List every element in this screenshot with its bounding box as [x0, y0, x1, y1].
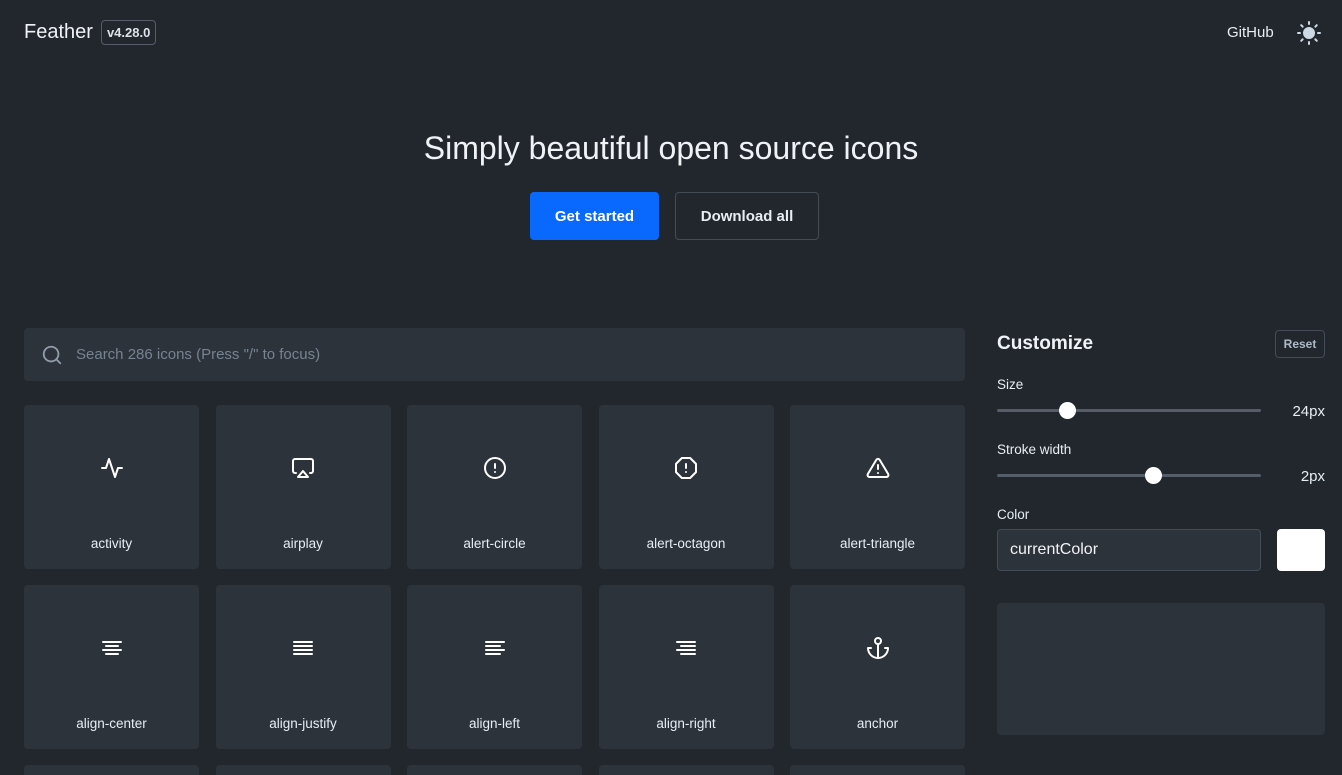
icon-tile-partial[interactable] [215, 765, 391, 775]
stroke-width-slider-thumb[interactable] [1145, 467, 1163, 484]
icon-label: alert-octagon [646, 536, 726, 551]
align-left-icon [483, 636, 507, 660]
icon-tile-align-right[interactable]: align-right [598, 585, 774, 749]
theme-toggle-button[interactable] [1296, 20, 1322, 46]
align-justify-icon [291, 636, 315, 660]
size-label: Size [997, 377, 1024, 392]
icon-label: activity [90, 536, 133, 551]
airplay-icon [291, 456, 315, 480]
github-link[interactable]: GitHub [1227, 24, 1274, 41]
top-bar: Feather v4.28.0 GitHub [0, 0, 1342, 66]
get-started-button[interactable]: Get started [530, 192, 659, 240]
color-label: Color [997, 507, 1030, 522]
stroke-width-label: Stroke width [997, 442, 1072, 457]
download-all-button[interactable]: Download all [675, 192, 819, 240]
icon-label: alert-triangle [839, 536, 916, 551]
icon-tile-anchor[interactable]: anchor [790, 585, 965, 749]
sun-icon [1297, 21, 1321, 45]
align-right-icon [674, 636, 698, 660]
search-box[interactable] [24, 328, 965, 381]
alert-circle-icon [483, 456, 507, 480]
search-input[interactable] [76, 328, 965, 381]
stroke-width-slider[interactable] [997, 467, 1261, 484]
align-center-icon [100, 636, 124, 660]
activity-icon [100, 456, 124, 480]
icon-grid: activity airplay alert-circle alert-octa… [24, 405, 965, 749]
search-icon [41, 344, 63, 366]
stroke-width-value: 2px [1300, 468, 1325, 485]
customize-title: Customize [997, 333, 1094, 354]
icon-tile-partial[interactable] [790, 765, 965, 775]
icon-tile-alert-triangle[interactable]: alert-triangle [790, 405, 965, 569]
size-value: 24px [1292, 403, 1325, 420]
brand: Feather v4.28.0 [24, 20, 157, 45]
brand-name[interactable]: Feather [24, 21, 93, 44]
icon-tile-activity[interactable]: activity [24, 405, 199, 569]
icon-tile-partial[interactable] [598, 765, 774, 775]
hero-title: Simply beautiful open source icons [423, 130, 919, 166]
icon-label: alert-circle [463, 536, 526, 551]
anchor-icon [866, 636, 890, 660]
alert-triangle-icon [866, 456, 890, 480]
size-slider-thumb[interactable] [1058, 402, 1076, 419]
icon-tile-align-left[interactable]: align-left [407, 585, 582, 749]
size-slider[interactable] [997, 402, 1261, 419]
icon-label: align-left [468, 716, 521, 731]
icon-tile-partial[interactable] [24, 765, 199, 775]
icon-tile-airplay[interactable]: airplay [215, 405, 391, 569]
preview-panel [997, 603, 1325, 735]
color-input[interactable] [997, 529, 1261, 571]
icon-label: anchor [856, 716, 899, 731]
icon-tile-align-justify[interactable]: align-justify [215, 585, 391, 749]
icon-label: align-center [76, 716, 147, 731]
icon-tile-alert-circle[interactable]: alert-circle [407, 405, 582, 569]
reset-button[interactable]: Reset [1275, 330, 1325, 358]
icon-label: align-justify [269, 716, 337, 731]
icon-label: align-right [656, 716, 716, 731]
version-badge: v4.28.0 [100, 20, 157, 45]
icon-grid-next-row [24, 765, 965, 775]
icon-tile-partial[interactable] [407, 765, 582, 775]
icon-label: airplay [283, 536, 323, 551]
icon-tile-alert-octagon[interactable]: alert-octagon [598, 405, 774, 569]
icon-tile-align-center[interactable]: align-center [24, 585, 199, 749]
color-swatch[interactable] [1277, 529, 1325, 571]
alert-octagon-icon [674, 456, 698, 480]
